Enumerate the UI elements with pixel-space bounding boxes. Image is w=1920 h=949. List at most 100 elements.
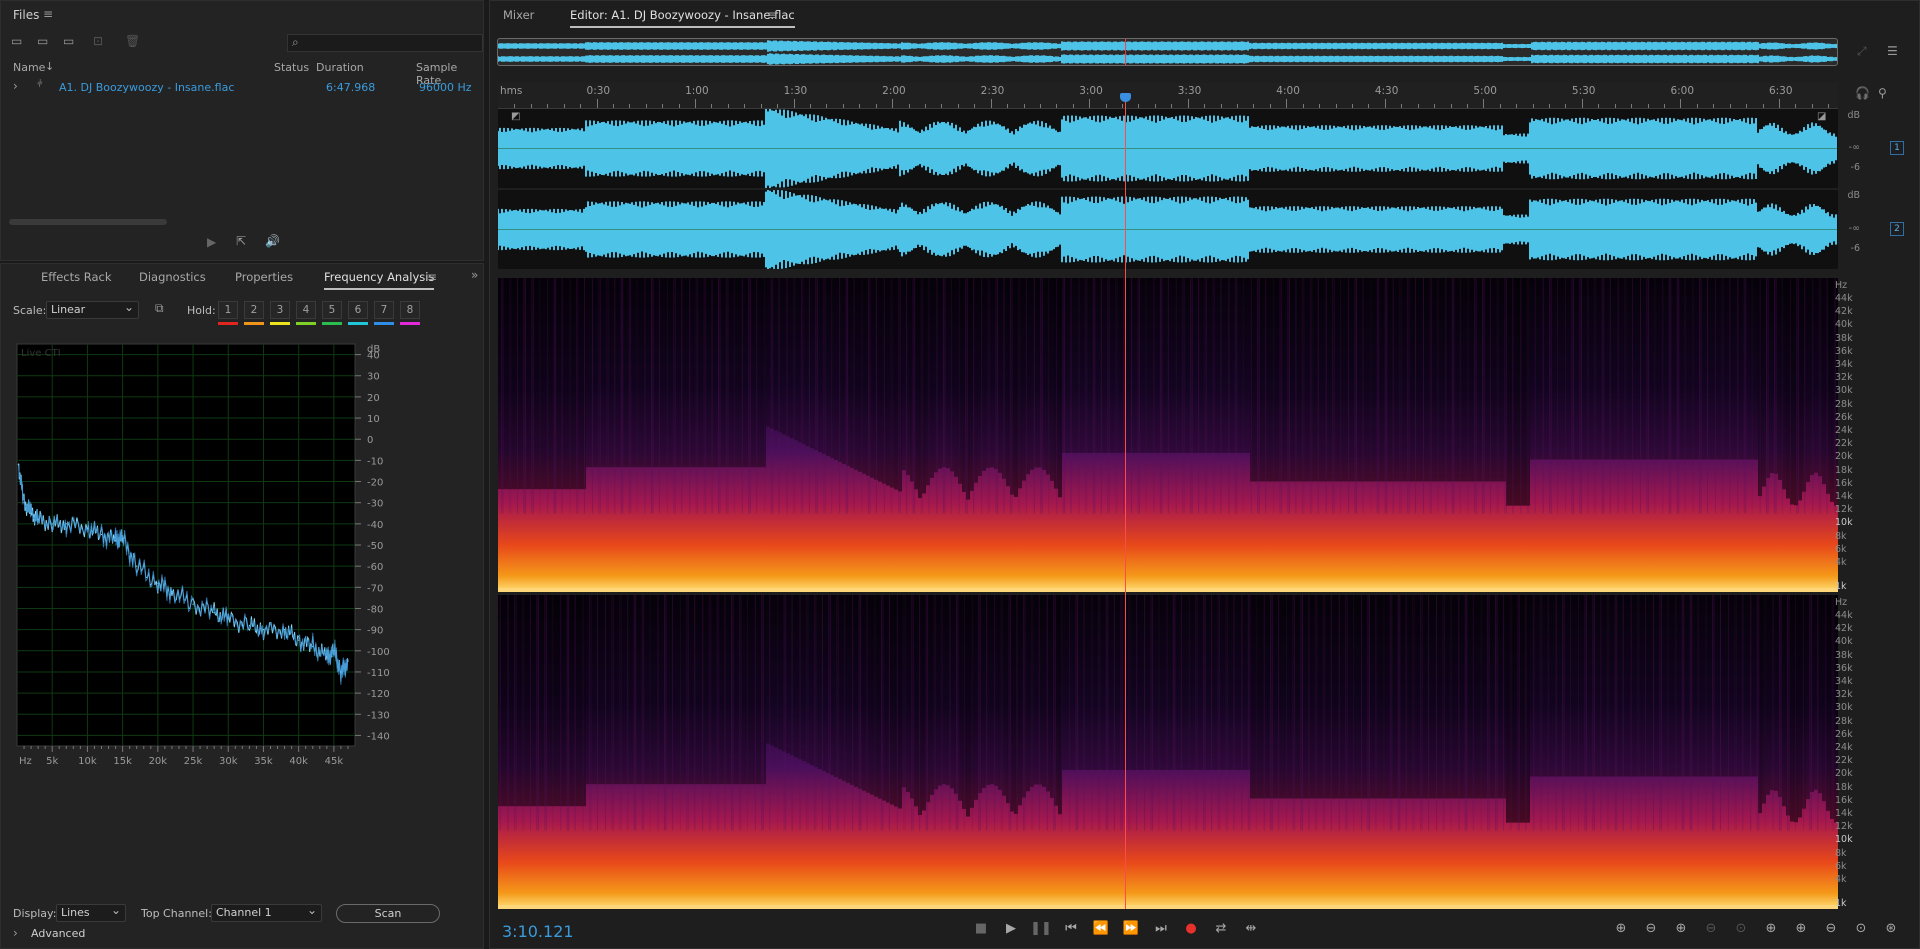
spectrum-point: [17, 464, 20, 466]
hz-tick-label: 40k: [289, 756, 308, 767]
close-file-icon[interactable]: 🗑: [125, 34, 140, 48]
play-preview-icon[interactable]: ▶: [207, 235, 216, 249]
db-tick-label: 10: [367, 414, 380, 425]
db-tick-label: -10: [367, 456, 383, 467]
time-ruler[interactable]: hms 0:30 1:00 1:30 2:00 2:30 3:00 3:30 4:00 4:30 5…: [498, 83, 1838, 109]
spectral-channel-1[interactable]: [498, 278, 1838, 592]
hold-button-6[interactable]: 6: [348, 301, 368, 319]
tab-effects-rack[interactable]: Effects Rack: [41, 264, 112, 290]
ruler-tick: [1450, 104, 1452, 108]
advanced-expand-icon[interactable]: ›: [13, 926, 18, 940]
spectrum-point: [65, 523, 67, 525]
zoom-out-amplitude-icon[interactable]: ⊖: [1640, 921, 1662, 936]
waveform-channel-1[interactable]: [498, 109, 1838, 188]
fast-forward-icon[interactable]: ⏩: [1120, 921, 1142, 936]
zoom-spectral-icon[interactable]: ⊛: [1880, 921, 1902, 936]
ruler-tick: [1105, 104, 1107, 108]
tab-diagnostics[interactable]: Diagnostics: [139, 264, 206, 290]
wave-toggle-icon[interactable]: ◩: [511, 111, 520, 122]
advanced-label[interactable]: Advanced: [31, 927, 85, 940]
loop-icon[interactable]: ⇱: [236, 234, 246, 248]
zoom-reset-icon[interactable]: ⤢: [1857, 44, 1867, 59]
top-channel-select[interactable]: Channel 1: [211, 902, 322, 922]
hold-button-2[interactable]: 2: [244, 301, 264, 319]
tab-editor[interactable]: Editor: A1. DJ Boozywoozy - Insane.flac: [570, 2, 795, 28]
time-display[interactable]: 3:10.121: [502, 922, 574, 941]
expand-icon[interactable]: ›: [13, 79, 18, 93]
ruler-tick: [1122, 104, 1124, 108]
scale-select[interactable]: Linear: [46, 299, 139, 319]
col-duration[interactable]: Duration: [316, 61, 364, 74]
marker-icon[interactable]: ⚲: [1878, 86, 1887, 100]
zoom-out-full-icon[interactable]: ⊖: [1700, 921, 1722, 936]
db-tick-label: -50: [367, 541, 383, 552]
headphones-icon[interactable]: 🎧: [1855, 86, 1870, 100]
hold-button-1[interactable]: 1: [218, 301, 238, 319]
horizontal-scrollbar[interactable]: [9, 219, 167, 225]
tab-mixer[interactable]: Mixer: [503, 2, 534, 28]
db-tick-label: -30: [367, 499, 383, 510]
hold-button-4[interactable]: 4: [296, 301, 316, 319]
search-input[interactable]: ⌕: [287, 34, 483, 52]
overview-options-icon[interactable]: ☰: [1887, 44, 1898, 58]
zoom-reset-all-icon[interactable]: ⊙: [1850, 921, 1872, 936]
ruler-tick: [1516, 104, 1518, 108]
play-icon[interactable]: ▶: [1000, 921, 1022, 936]
overlay-icon[interactable]: ⧉: [155, 301, 164, 316]
open-append-icon[interactable]: ▭: [37, 34, 48, 48]
waveform-channel-2[interactable]: [498, 190, 1838, 269]
panel-tabs: Effects Rack Diagnostics Properties Freq…: [1, 264, 483, 290]
rewind-icon[interactable]: ⏪: [1090, 921, 1112, 936]
stop-icon[interactable]: ■: [970, 921, 992, 936]
channel-badge-2[interactable]: 2: [1890, 222, 1904, 236]
overview-bar[interactable]: [497, 38, 1838, 66]
playhead[interactable]: [1120, 93, 1132, 909]
db-tick-label: 0: [367, 435, 373, 446]
tab-frequency-analysis[interactable]: Frequency Analysis: [324, 264, 435, 290]
ruler-tick: [1598, 104, 1600, 108]
col-status[interactable]: Status: [274, 61, 309, 74]
panel-menu-icon[interactable]: ≡: [427, 270, 437, 284]
wave1-db-6: -6: [1850, 162, 1860, 173]
zoom-in-time-icon[interactable]: ⊕: [1670, 921, 1692, 936]
zoom-out-icon[interactable]: ⊖: [1820, 921, 1842, 936]
spectral-channel-2[interactable]: [498, 595, 1838, 909]
pause-icon[interactable]: ❚❚: [1030, 921, 1052, 936]
hold-button-8[interactable]: 8: [400, 301, 420, 319]
spectrum-point: [100, 533, 103, 536]
panel-menu-icon[interactable]: ≡: [43, 7, 53, 21]
loop-playback-icon[interactable]: ⇄: [1210, 921, 1232, 936]
hold-label: Hold:: [187, 304, 216, 317]
ruler-tick: [1499, 104, 1501, 108]
autoplay-icon[interactable]: 🔊: [265, 234, 280, 248]
skip-selection-icon[interactable]: ⇹: [1240, 921, 1262, 936]
channel-badge-1[interactable]: 1: [1890, 141, 1904, 155]
move-to-end-icon[interactable]: ⏭: [1150, 921, 1172, 936]
col-name[interactable]: Name: [13, 61, 45, 74]
zoom-in-right-icon[interactable]: ⊕: [1790, 921, 1812, 936]
tab-properties[interactable]: Properties: [235, 264, 293, 290]
zoom-in-left-icon[interactable]: ⊕: [1760, 921, 1782, 936]
spectral-tick-label: 12k: [1835, 504, 1853, 516]
import-icon[interactable]: ▭: [63, 34, 74, 48]
overflow-icon[interactable]: »: [471, 268, 478, 282]
record-icon[interactable]: ●: [1180, 921, 1202, 936]
wave-toggle-right-icon[interactable]: ◪: [1817, 111, 1826, 122]
spectrum-point: [262, 629, 265, 631]
hold-button-3[interactable]: 3: [270, 301, 290, 319]
move-to-start-icon[interactable]: ⏮: [1060, 921, 1082, 936]
tab-menu-icon[interactable]: ≡: [767, 8, 777, 22]
zoom-in-amplitude-icon[interactable]: ⊕: [1610, 921, 1632, 936]
insert-icon[interactable]: ⊡: [93, 34, 103, 48]
ruler-tick: [1351, 104, 1353, 108]
hold-button-7[interactable]: 7: [374, 301, 394, 319]
open-file-icon[interactable]: ▭: [11, 34, 22, 48]
scale-label: Scale:: [13, 304, 47, 317]
ruler-tick: [1729, 104, 1731, 108]
scan-button[interactable]: Scan: [336, 904, 440, 923]
table-row[interactable]: › ⫩ A1. DJ Boozywoozy - Insane.flac 6:47…: [1, 79, 483, 97]
hold-button-5[interactable]: 5: [322, 301, 342, 319]
display-select[interactable]: Lines: [56, 902, 126, 922]
spectrum-point: [86, 527, 89, 529]
zoom-selection-icon[interactable]: ⊙: [1730, 921, 1752, 936]
